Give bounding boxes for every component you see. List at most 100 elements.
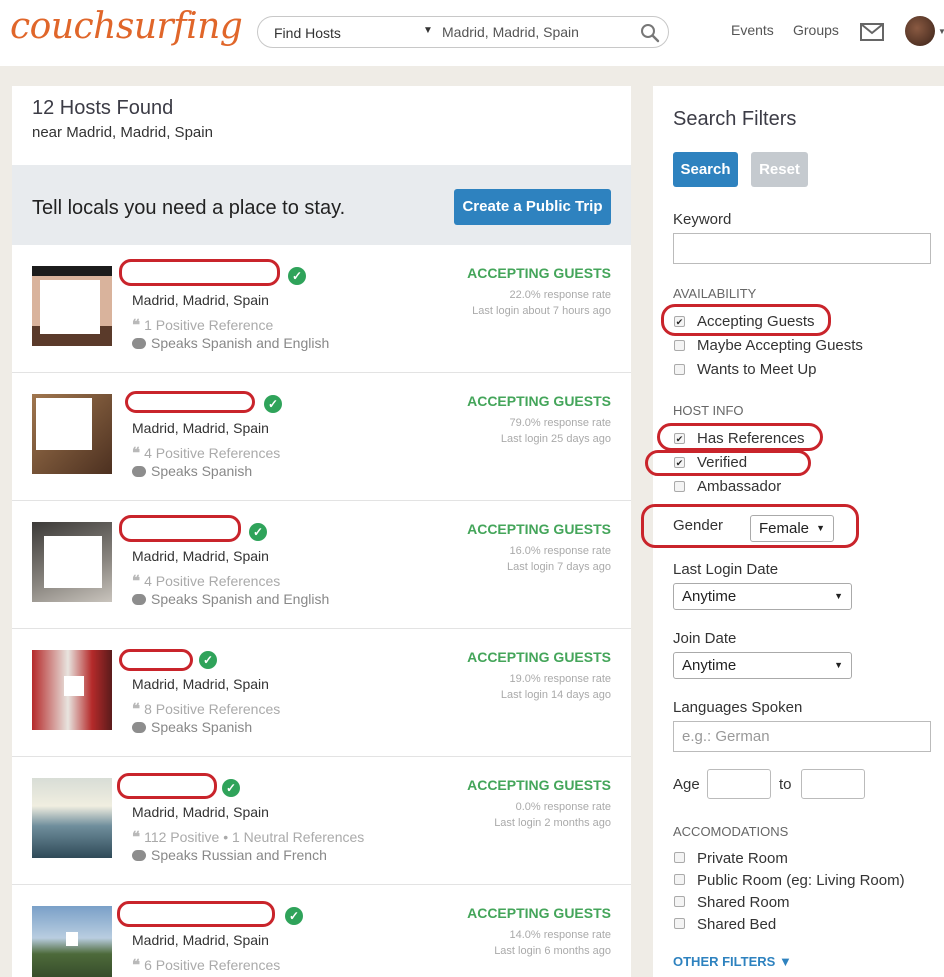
user-avatar[interactable] — [905, 16, 935, 46]
keyword-input[interactable] — [673, 233, 931, 264]
host-card[interactable]: ✓ Madrid, Madrid, Spain ❝ 6 Positive Refe… — [12, 885, 631, 977]
host-status: ACCEPTING GUESTS — [467, 905, 611, 921]
host-status: ACCEPTING GUESTS — [467, 777, 611, 793]
search-icon[interactable] — [640, 23, 660, 43]
age-min-input[interactable] — [707, 769, 771, 799]
shared-bed-checkbox[interactable] — [674, 918, 685, 929]
response-rate: 79.0% response rate — [509, 417, 611, 429]
shared-room-label[interactable]: Shared Room — [697, 894, 790, 911]
filters-title: Search Filters — [673, 108, 797, 130]
other-filters-toggle[interactable]: OTHER FILTERS ▼ — [673, 954, 792, 969]
nav-groups[interactable]: Groups — [793, 22, 839, 38]
age-max-input[interactable] — [801, 769, 865, 799]
host-references: ❝ 8 Positive References — [132, 701, 281, 718]
has-references-label[interactable]: Has References — [697, 430, 805, 447]
host-location: Madrid, Madrid, Spain — [132, 932, 269, 948]
nav-events[interactable]: Events — [731, 22, 774, 38]
public-room-label[interactable]: Public Room (eg: Living Room) — [697, 872, 905, 889]
join-date-label: Join Date — [673, 630, 737, 647]
last-login-select[interactable]: Anytime ▼ — [673, 583, 852, 610]
response-rate: 0.0% response rate — [515, 801, 611, 813]
caret-down-icon: ▼ — [778, 954, 792, 969]
host-photo[interactable] — [32, 394, 112, 474]
search-bar: Find Hosts ▼ — [257, 16, 669, 48]
verified-icon: ✓ — [285, 907, 303, 925]
verified-icon: ✓ — [199, 651, 217, 669]
name-highlight — [119, 649, 193, 671]
last-login: Last login about 7 hours ago — [472, 305, 611, 317]
private-room-checkbox[interactable] — [674, 852, 685, 863]
accommodations-heading: ACCOMODATIONS — [673, 824, 789, 839]
host-photo[interactable] — [32, 778, 112, 858]
host-languages: Speaks Spanish and English — [132, 591, 329, 607]
host-location: Madrid, Madrid, Spain — [132, 420, 269, 436]
shared-room-checkbox[interactable] — [674, 896, 685, 907]
name-highlight — [117, 901, 275, 927]
age-to-label: to — [779, 776, 792, 793]
host-status: ACCEPTING GUESTS — [467, 521, 611, 537]
chevron-down-icon: ▼ — [834, 660, 843, 670]
host-card[interactable]: ✓ Madrid, Madrid, Spain ❝ 1 Positive Refe… — [12, 245, 631, 373]
verified-label[interactable]: Verified — [697, 454, 747, 471]
quote-icon: ❝ — [132, 573, 141, 590]
reset-button[interactable]: Reset — [751, 152, 808, 187]
location-input[interactable] — [442, 24, 632, 40]
meet-up-checkbox[interactable] — [674, 364, 685, 375]
meet-up-label[interactable]: Wants to Meet Up — [697, 361, 817, 378]
host-card[interactable]: ✓ Madrid, Madrid, Spain ❝ 8 Positive Refe… — [12, 629, 631, 757]
response-rate: 22.0% response rate — [509, 289, 611, 301]
host-languages: Speaks Spanish — [132, 719, 252, 735]
ambassador-label[interactable]: Ambassador — [697, 478, 781, 495]
maybe-accepting-checkbox[interactable] — [674, 340, 685, 351]
host-photo[interactable] — [32, 650, 112, 730]
host-photo[interactable] — [32, 266, 112, 346]
host-references: ❝ 6 Positive References — [132, 957, 281, 974]
banner-text: Tell locals you need a place to stay. — [32, 197, 346, 219]
host-location: Madrid, Madrid, Spain — [132, 676, 269, 692]
speech-bubble-icon — [132, 594, 146, 605]
host-photo[interactable] — [32, 522, 112, 602]
chevron-down-icon[interactable]: ▼ — [423, 25, 433, 36]
has-references-checkbox[interactable]: ✔ — [674, 433, 685, 444]
search-mode-select[interactable]: Find Hosts — [274, 25, 341, 41]
host-languages: Speaks Spanish and English — [132, 335, 329, 351]
host-references: ❝ 4 Positive References — [132, 573, 281, 590]
quote-icon: ❝ — [132, 829, 141, 846]
quote-icon: ❝ — [132, 317, 141, 334]
last-login: Last login 25 days ago — [500, 433, 611, 445]
host-card[interactable]: ✓ Madrid, Madrid, Spain ❝ 112 Positive • … — [12, 757, 631, 885]
search-button[interactable]: Search — [673, 152, 738, 187]
name-highlight — [117, 773, 217, 799]
public-room-checkbox[interactable] — [674, 874, 685, 885]
accepting-guests-checkbox[interactable]: ✔ — [674, 316, 685, 327]
ambassador-checkbox[interactable] — [674, 481, 685, 492]
mail-icon[interactable] — [860, 23, 884, 41]
host-card[interactable]: ✓ Madrid, Madrid, Spain ❝ 4 Positive Refe… — [12, 501, 631, 629]
couchsurfing-logo[interactable]: couchsurfing — [10, 6, 243, 47]
quote-icon: ❝ — [132, 957, 141, 974]
chevron-down-icon[interactable]: ▼ — [938, 27, 944, 36]
host-references: ❝ 1 Positive Reference — [132, 317, 274, 334]
host-card[interactable]: ✓ Madrid, Madrid, Spain ❝ 4 Positive Refe… — [12, 373, 631, 501]
private-room-label[interactable]: Private Room — [697, 850, 788, 867]
response-rate: 16.0% response rate — [509, 545, 611, 557]
availability-heading: AVAILABILITY — [673, 286, 757, 301]
chevron-down-icon: ▼ — [816, 523, 825, 533]
host-references: ❝ 112 Positive • 1 Neutral References — [132, 829, 365, 846]
host-status: ACCEPTING GUESTS — [467, 649, 611, 665]
join-date-select[interactable]: Anytime ▼ — [673, 652, 852, 679]
gender-label: Gender — [673, 517, 724, 534]
verified-checkbox[interactable]: ✔ — [674, 457, 685, 468]
accepting-guests-label[interactable]: Accepting Guests — [697, 313, 815, 330]
host-location: Madrid, Madrid, Spain — [132, 292, 269, 308]
maybe-accepting-label[interactable]: Maybe Accepting Guests — [697, 337, 863, 354]
host-photo[interactable] — [32, 906, 112, 977]
create-public-trip-button[interactable]: Create a Public Trip — [454, 189, 611, 225]
results-panel: 12 Hosts Found near Madrid, Madrid, Spai… — [12, 86, 631, 977]
response-rate: 19.0% response rate — [509, 673, 611, 685]
age-label: Age — [673, 776, 700, 793]
gender-select[interactable]: Female ▼ — [750, 515, 834, 542]
shared-bed-label[interactable]: Shared Bed — [697, 916, 776, 933]
languages-input[interactable]: e.g.: German — [673, 721, 931, 752]
verified-icon: ✓ — [288, 267, 306, 285]
